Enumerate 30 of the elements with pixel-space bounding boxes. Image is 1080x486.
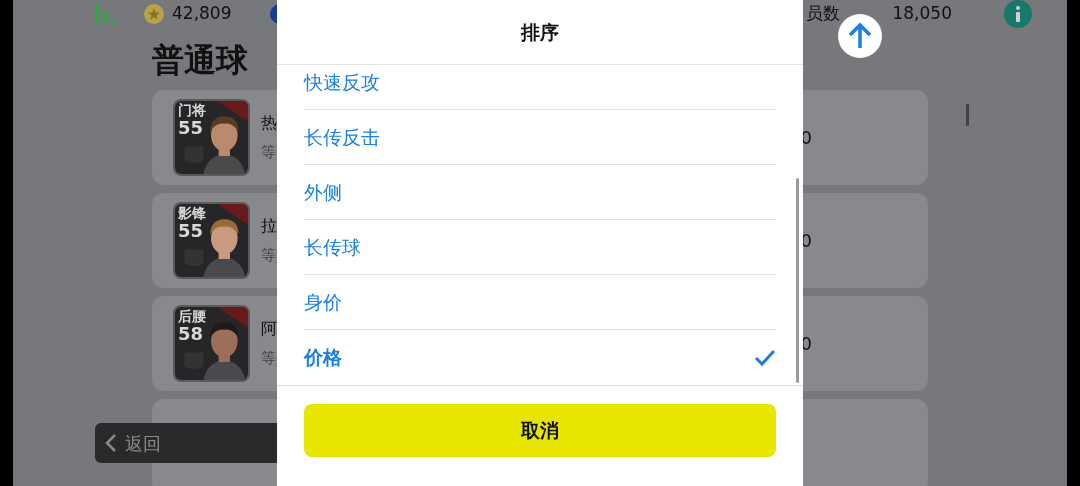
player-name: 拉 [261, 215, 277, 238]
scrollbar [966, 104, 969, 126]
checkmark-icon [754, 348, 776, 367]
position-label: 门将 [178, 103, 207, 117]
cancel-button[interactable]: 取消 [304, 404, 776, 457]
chevron-left-icon [105, 433, 117, 453]
player-name: 热 [261, 112, 277, 135]
sort-option[interactable]: 身价 [304, 275, 776, 330]
info-icon[interactable] [1003, 0, 1032, 28]
sort-option[interactable]: 价格 [304, 330, 776, 385]
rating: 55 [178, 119, 205, 137]
coin-icon [143, 3, 165, 25]
sort-option[interactable]: 快速反攻 [304, 65, 776, 110]
coin-count: 42,809 [172, 2, 232, 26]
rating: 55 [178, 222, 205, 240]
dialog-title: 排序 [521, 19, 559, 45]
sort-option[interactable]: 长传球 [304, 220, 776, 275]
player-detail: 等 [261, 348, 277, 370]
player-count-label: 员数 [806, 2, 841, 26]
player-count: 18,050 [892, 2, 952, 26]
arrow-up-icon [847, 22, 873, 50]
position-label: 影锋 [178, 206, 207, 220]
sort-option[interactable]: 外侧 [304, 165, 776, 220]
position-label: 后腰 [178, 309, 207, 323]
player-name: 阿 [261, 318, 277, 341]
player-detail: 等 [261, 142, 277, 164]
sort-option[interactable]: 长传反击 [304, 110, 776, 165]
rating: 58 [178, 325, 205, 343]
scroll-to-top-button[interactable] [838, 14, 882, 58]
player-detail: 等 [261, 245, 277, 267]
